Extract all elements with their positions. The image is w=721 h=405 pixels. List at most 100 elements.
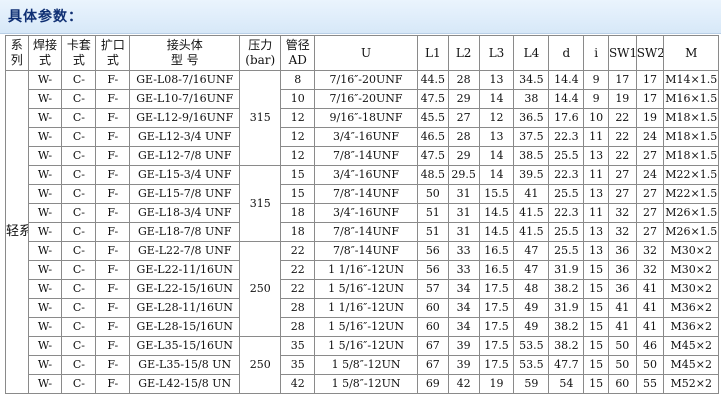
l1-cell: 67 (416, 355, 449, 375)
diameter-cell: 42 (280, 374, 316, 394)
ferrule-cell: C- (61, 222, 97, 242)
l3-cell: 17.5 (478, 298, 515, 318)
l3-cell: 14 (478, 165, 515, 185)
sw2-cell: 17 (635, 70, 665, 90)
ferrule-cell: C- (61, 146, 97, 166)
table-row: W- C- F- GE-L10-7/16UNF 10 7/16″-20UNF 47.5 29 1… (6, 89, 719, 109)
model-cell: GE-L15-7/8 UNF (129, 184, 241, 204)
sw1-cell: 32 (607, 222, 637, 242)
thread-m-cell: M26×1.5 (663, 222, 719, 242)
l4-cell: 39.5 (513, 165, 550, 185)
l1-cell: 50 (416, 184, 449, 204)
d-cell: 38.2 (548, 336, 585, 356)
flare-cell: F- (95, 241, 131, 261)
l1-cell: 51 (416, 203, 449, 223)
ferrule-cell: C- (61, 241, 97, 261)
section-header: 具体参数： (0, 0, 721, 34)
diameter-cell: 12 (280, 108, 316, 128)
weld-cell: W- (27, 108, 63, 128)
l3-cell: 14.5 (478, 203, 515, 223)
weld-cell: W- (27, 279, 63, 299)
d-cell: 38.2 (548, 279, 585, 299)
model-cell: GE-L10-7/16UNF (129, 89, 241, 109)
header-model: 接头体型 号 (129, 35, 241, 71)
weld-cell: W- (27, 165, 63, 185)
diameter-cell: 22 (280, 279, 316, 299)
diameter-cell: 18 (280, 222, 316, 242)
diameter-cell: 8 (280, 70, 316, 90)
sw1-cell: 36 (607, 279, 637, 299)
l2-cell: 31 (447, 222, 480, 242)
l4-cell: 49 (513, 298, 550, 318)
diameter-cell: 28 (280, 317, 316, 337)
header-sw1: SW1 (607, 35, 637, 71)
l2-cell: 34 (447, 317, 480, 337)
l2-cell: 39 (447, 336, 480, 356)
thread-m-cell: M30×2 (663, 260, 719, 280)
sw2-cell: 17 (635, 89, 665, 109)
sw1-cell: 22 (607, 127, 637, 147)
weld-cell: W- (27, 146, 63, 166)
l4-cell: 34.5 (513, 70, 550, 90)
sw2-cell: 27 (635, 222, 665, 242)
i-cell: 9 (583, 70, 609, 90)
i-cell: 11 (583, 127, 609, 147)
thread-u-cell: 1 5/8″-12UN (314, 374, 418, 394)
l4-cell: 38 (513, 89, 550, 109)
flare-cell: F- (95, 203, 131, 223)
sw1-cell: 50 (607, 355, 637, 375)
l1-cell: 57 (416, 279, 449, 299)
model-cell: GE-L22-15/16UN (129, 279, 241, 299)
l4-cell: 41.5 (513, 222, 550, 242)
d-cell: 38.2 (548, 317, 585, 337)
sw2-cell: 50 (635, 355, 665, 375)
header-u: U (314, 35, 418, 71)
header-pressure: 压力 (bar) (239, 35, 282, 71)
thread-m-cell: M14×1.5 (663, 70, 719, 90)
sw1-cell: 22 (607, 146, 637, 166)
header-l3: L3 (478, 35, 515, 71)
i-cell: 15 (583, 336, 609, 356)
l3-cell: 17.5 (478, 355, 515, 375)
sw2-cell: 27 (635, 184, 665, 204)
l3-cell: 13 (478, 70, 515, 90)
i-cell: 15 (583, 279, 609, 299)
d-cell: 25.5 (548, 146, 585, 166)
l1-cell: 60 (416, 317, 449, 337)
i-cell: 13 (583, 146, 609, 166)
l1-cell: 48.5 (416, 165, 449, 185)
i-cell: 13 (583, 241, 609, 261)
thread-u-cell: 3/4″-16UNF (314, 165, 418, 185)
thread-u-cell: 7/16″-20UNF (314, 70, 418, 90)
thread-m-cell: M52×2 (663, 374, 719, 394)
sw1-cell: 41 (607, 298, 637, 318)
l1-cell: 69 (416, 374, 449, 394)
diameter-cell: 12 (280, 127, 316, 147)
diameter-cell: 28 (280, 298, 316, 318)
sw2-cell: 19 (635, 108, 665, 128)
thread-m-cell: M30×2 (663, 279, 719, 299)
weld-cell: W- (27, 241, 63, 261)
model-cell: GE-L22-7/8 UNF (129, 241, 241, 261)
l3-cell: 14 (478, 89, 515, 109)
l2-cell: 33 (447, 241, 480, 261)
sw2-cell: 24 (635, 165, 665, 185)
thread-u-cell: 7/16″-20UNF (314, 89, 418, 109)
model-cell: GE-L18-3/4 UNF (129, 203, 241, 223)
l4-cell: 41.5 (513, 203, 550, 223)
ferrule-cell: C- (61, 70, 97, 90)
l2-cell: 31 (447, 184, 480, 204)
section-title: 具体参数： (8, 9, 83, 25)
flare-cell: F- (95, 260, 131, 280)
l4-cell: 47 (513, 241, 550, 261)
weld-cell: W- (27, 298, 63, 318)
model-cell: GE-L22-11/16UN (129, 260, 241, 280)
ferrule-cell: C- (61, 108, 97, 128)
model-cell: GE-L18-7/8 UNF (129, 222, 241, 242)
model-cell: GE-L12-7/8 UNF (129, 146, 241, 166)
header-d: d (548, 35, 585, 71)
weld-cell: W- (27, 184, 63, 204)
ferrule-cell: C- (61, 374, 97, 394)
l4-cell: 38.5 (513, 146, 550, 166)
ferrule-cell: C- (61, 184, 97, 204)
